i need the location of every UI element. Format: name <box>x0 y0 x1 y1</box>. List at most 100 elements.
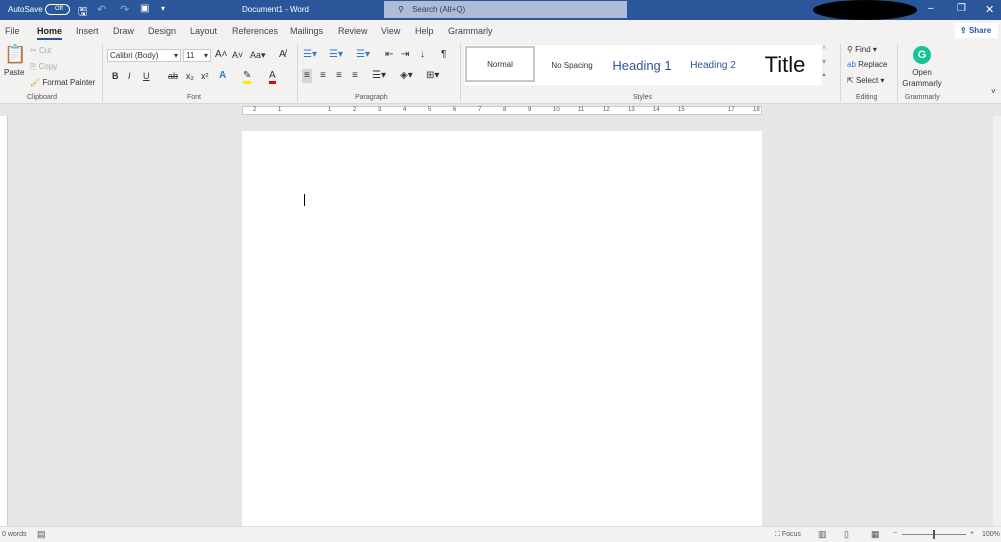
proofing-icon[interactable]: ▤ <box>37 529 46 540</box>
tab-review[interactable]: Review <box>338 26 368 36</box>
document-page[interactable] <box>242 131 762 527</box>
zoom-level[interactable]: 100% <box>982 531 1000 538</box>
horizontal-ruler[interactable]: 2 1 1 2 3 4 5 6 7 8 9 10 11 12 13 14 15 17 18 <box>242 106 762 115</box>
change-case-icon[interactable]: Aa▾ <box>250 51 266 60</box>
align-left-icon[interactable]: ≡ <box>302 69 312 83</box>
close-icon[interactable]: ✕ <box>985 3 994 16</box>
web-layout-icon[interactable]: ▦ <box>871 529 880 540</box>
style-heading-2[interactable]: Heading 2 <box>680 48 746 82</box>
shrink-font-icon[interactable]: A˅ <box>232 51 243 60</box>
paste-button[interactable]: Paste <box>4 68 24 77</box>
subscript-icon[interactable]: x₂ <box>186 72 194 81</box>
tab-file[interactable]: File <box>5 26 20 36</box>
font-color-icon[interactable]: A <box>269 71 276 84</box>
highlight-icon[interactable]: ✎ <box>243 71 252 84</box>
increase-indent-icon[interactable]: ⇥ <box>401 50 409 60</box>
vertical-scrollbar[interactable] <box>993 116 1001 526</box>
style-normal[interactable]: Normal <box>465 46 535 82</box>
underline-button[interactable]: U <box>143 72 150 81</box>
text-effects-icon[interactable]: A <box>219 71 226 81</box>
open-grammarly-button[interactable]: Open Grammarly <box>902 67 942 89</box>
font-name-dropdown[interactable]: Calibri (Body) ▾ <box>107 49 181 62</box>
word-count[interactable]: 0 words <box>2 531 27 538</box>
line-spacing-icon[interactable]: ☰▾ <box>372 71 386 81</box>
zoom-out-icon[interactable]: − <box>893 530 897 537</box>
ruler-tick-label: 15 <box>678 107 685 113</box>
sort-icon[interactable]: ↓ <box>420 50 425 60</box>
find-button[interactable]: ⚲ Find ▾ <box>847 45 877 54</box>
tab-references[interactable]: References <box>232 26 278 36</box>
tab-mailings[interactable]: Mailings <box>290 26 323 36</box>
zoom-in-icon[interactable]: + <box>970 530 974 537</box>
search-icon: ⚲ <box>398 5 404 14</box>
share-icon: ⇪ <box>960 26 967 35</box>
vertical-ruler[interactable] <box>0 116 8 526</box>
undo-icon[interactable]: ↶ <box>97 3 106 16</box>
tab-help[interactable]: Help <box>415 26 434 36</box>
collapse-ribbon-icon[interactable]: ˅ <box>991 88 996 96</box>
styles-scroll-down-icon[interactable]: ˅ <box>822 59 826 66</box>
format-painter-label: Format Painter <box>42 78 96 87</box>
tab-design[interactable]: Design <box>148 26 176 36</box>
styles-group-label: Styles <box>633 94 653 101</box>
cut-button[interactable]: ✂ Cut <box>30 46 51 55</box>
styles-more-icon[interactable]: ⩡ <box>822 72 826 79</box>
strikethrough-icon[interactable]: ab <box>168 72 178 81</box>
autosave-toggle[interactable]: Off <box>45 4 70 15</box>
justify-icon[interactable]: ≡ <box>352 71 358 81</box>
paste-icon[interactable]: 📋 <box>4 45 26 63</box>
tab-grammarly[interactable]: Grammarly <box>448 26 493 36</box>
divider <box>897 44 898 102</box>
touch-mode-icon[interactable]: ▣ <box>140 3 149 14</box>
divider <box>297 44 298 102</box>
zoom-slider[interactable] <box>902 530 966 539</box>
style-heading-1[interactable]: Heading 1 <box>606 48 678 82</box>
clear-formatting-icon[interactable]: A̸ <box>279 50 286 60</box>
style-no-spacing[interactable]: No Spacing <box>540 48 604 82</box>
italic-button[interactable]: I <box>128 72 131 81</box>
print-layout-icon[interactable]: ▯ <box>844 529 849 540</box>
tab-view[interactable]: View <box>381 26 400 36</box>
tab-home[interactable]: Home <box>37 26 63 40</box>
redacted-account <box>813 0 917 20</box>
align-center-icon[interactable]: ≡ <box>320 71 326 81</box>
read-mode-icon[interactable]: ▥ <box>818 529 827 540</box>
borders-icon[interactable]: ⊞▾ <box>426 71 439 81</box>
pilcrow-icon[interactable]: ¶ <box>441 50 446 60</box>
copy-button[interactable]: ⎘ Copy <box>30 62 57 72</box>
bold-button[interactable]: B <box>112 72 119 81</box>
replace-label: Replace <box>858 60 888 69</box>
bullets-icon[interactable]: ☰▾ <box>303 50 317 60</box>
focus-button[interactable]: ⛶ Focus <box>775 531 801 539</box>
zoom-slider-thumb[interactable] <box>933 530 935 539</box>
tab-insert[interactable]: Insert <box>76 26 99 36</box>
replace-button[interactable]: ab Replace <box>847 60 888 69</box>
shading-icon[interactable]: ◈▾ <box>400 71 413 81</box>
align-right-icon[interactable]: ≡ <box>336 71 342 81</box>
customize-toolbar-icon[interactable]: ▾ <box>161 4 165 13</box>
share-button[interactable]: ⇪ Share <box>955 23 998 38</box>
style-title[interactable]: Title <box>752 48 818 82</box>
minimize-icon[interactable]: – <box>928 3 934 14</box>
format-painter-button[interactable]: 🖌 Format Painter <box>30 78 95 87</box>
select-button[interactable]: ⇱ Select ▾ <box>847 76 884 85</box>
ribbon-tabs: File Home Insert Draw Design Layout Refe… <box>0 20 1001 40</box>
grow-font-icon[interactable]: A˄ <box>215 50 228 60</box>
search-box[interactable]: ⚲ Search (Alt+Q) <box>384 1 627 18</box>
multilevel-list-icon[interactable]: ☰▾ <box>356 50 370 60</box>
font-size-dropdown[interactable]: 11 ▾ <box>183 49 211 62</box>
restore-icon[interactable]: ❐ <box>957 3 966 14</box>
document-title: Document1 - Word <box>242 5 309 14</box>
styles-scroll-up-icon[interactable]: ˄ <box>822 45 826 52</box>
redo-icon[interactable]: ↷ <box>120 3 129 16</box>
divider <box>102 44 103 102</box>
grammarly-icon[interactable]: G <box>913 46 931 64</box>
divider <box>460 44 461 102</box>
tab-layout[interactable]: Layout <box>190 26 217 36</box>
decrease-indent-icon[interactable]: ⇤ <box>385 50 393 60</box>
ruler-tick-label: 9 <box>528 107 532 113</box>
ruler-tick-label: 8 <box>503 107 507 113</box>
superscript-icon[interactable]: x² <box>201 72 209 81</box>
numbering-icon[interactable]: ☰▾ <box>329 50 343 60</box>
tab-draw[interactable]: Draw <box>113 26 134 36</box>
